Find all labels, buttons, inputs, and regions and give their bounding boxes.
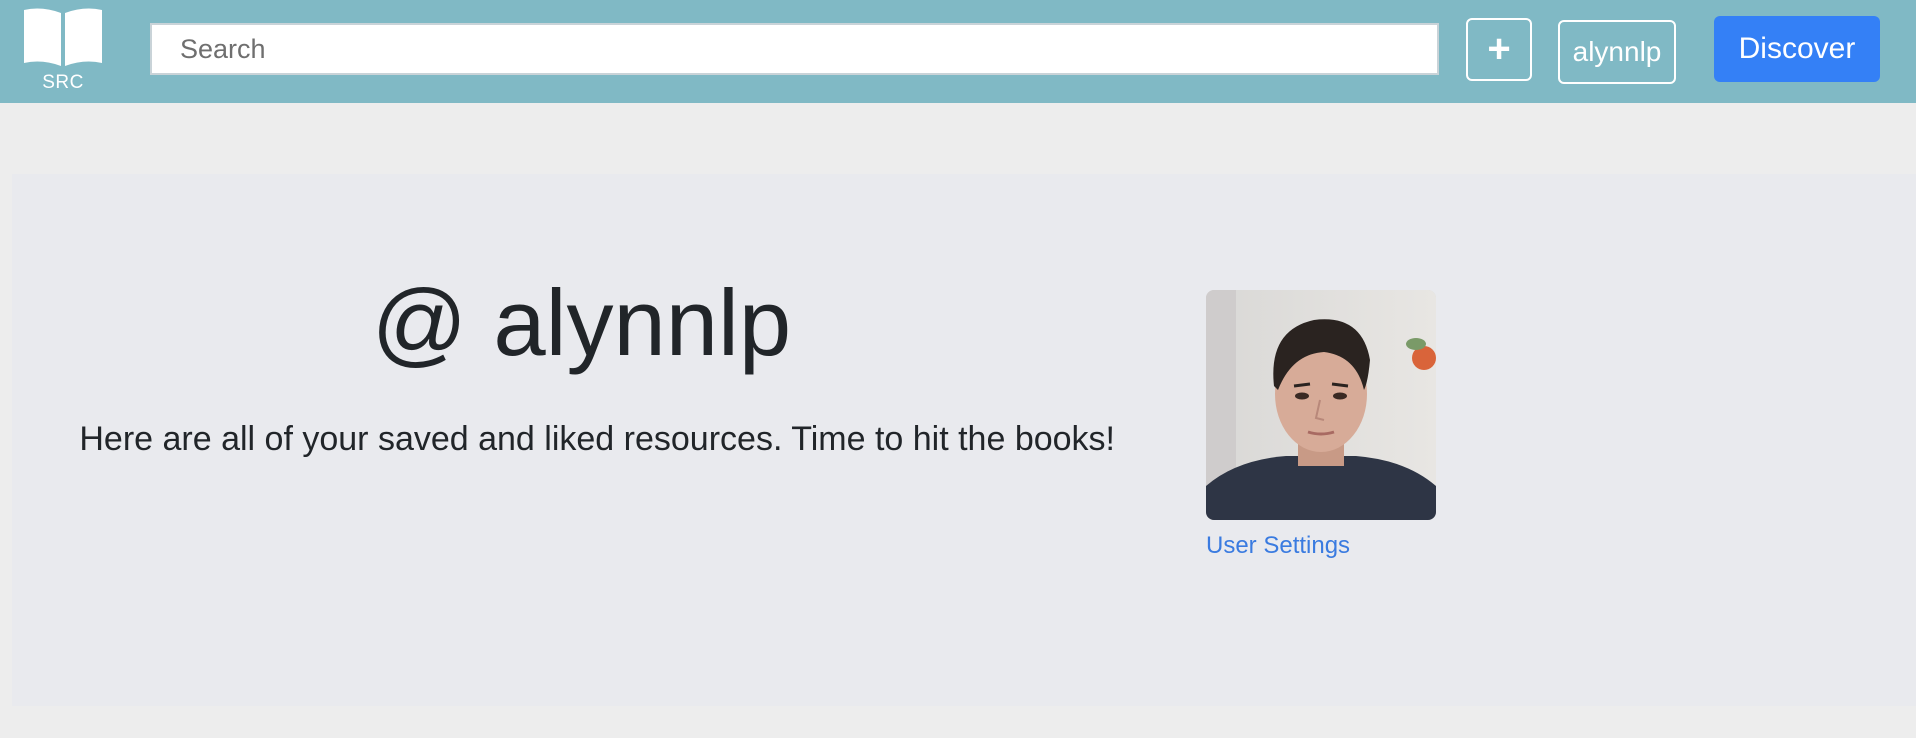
user-settings-link[interactable]: User Settings [1206,532,1350,560]
profile-hero: @ alynnlp Here are all of your saved and… [12,174,1916,706]
profile-tagline: Here are all of your saved and liked res… [79,420,1115,458]
search-input[interactable] [150,23,1439,75]
logo-text: SRC [42,72,84,93]
profile-photo-icon [1206,290,1436,520]
avatar [1206,290,1436,520]
profile-handle: @ alynnlp [371,270,792,375]
add-resource-button[interactable]: + [1466,18,1532,81]
logo[interactable]: SRC [20,4,106,94]
discover-button[interactable]: Discover [1714,16,1880,82]
top-navbar: SRC + alynnlp Discover [0,0,1916,103]
user-profile-button[interactable]: alynnlp [1558,20,1676,84]
open-book-icon [24,8,102,66]
